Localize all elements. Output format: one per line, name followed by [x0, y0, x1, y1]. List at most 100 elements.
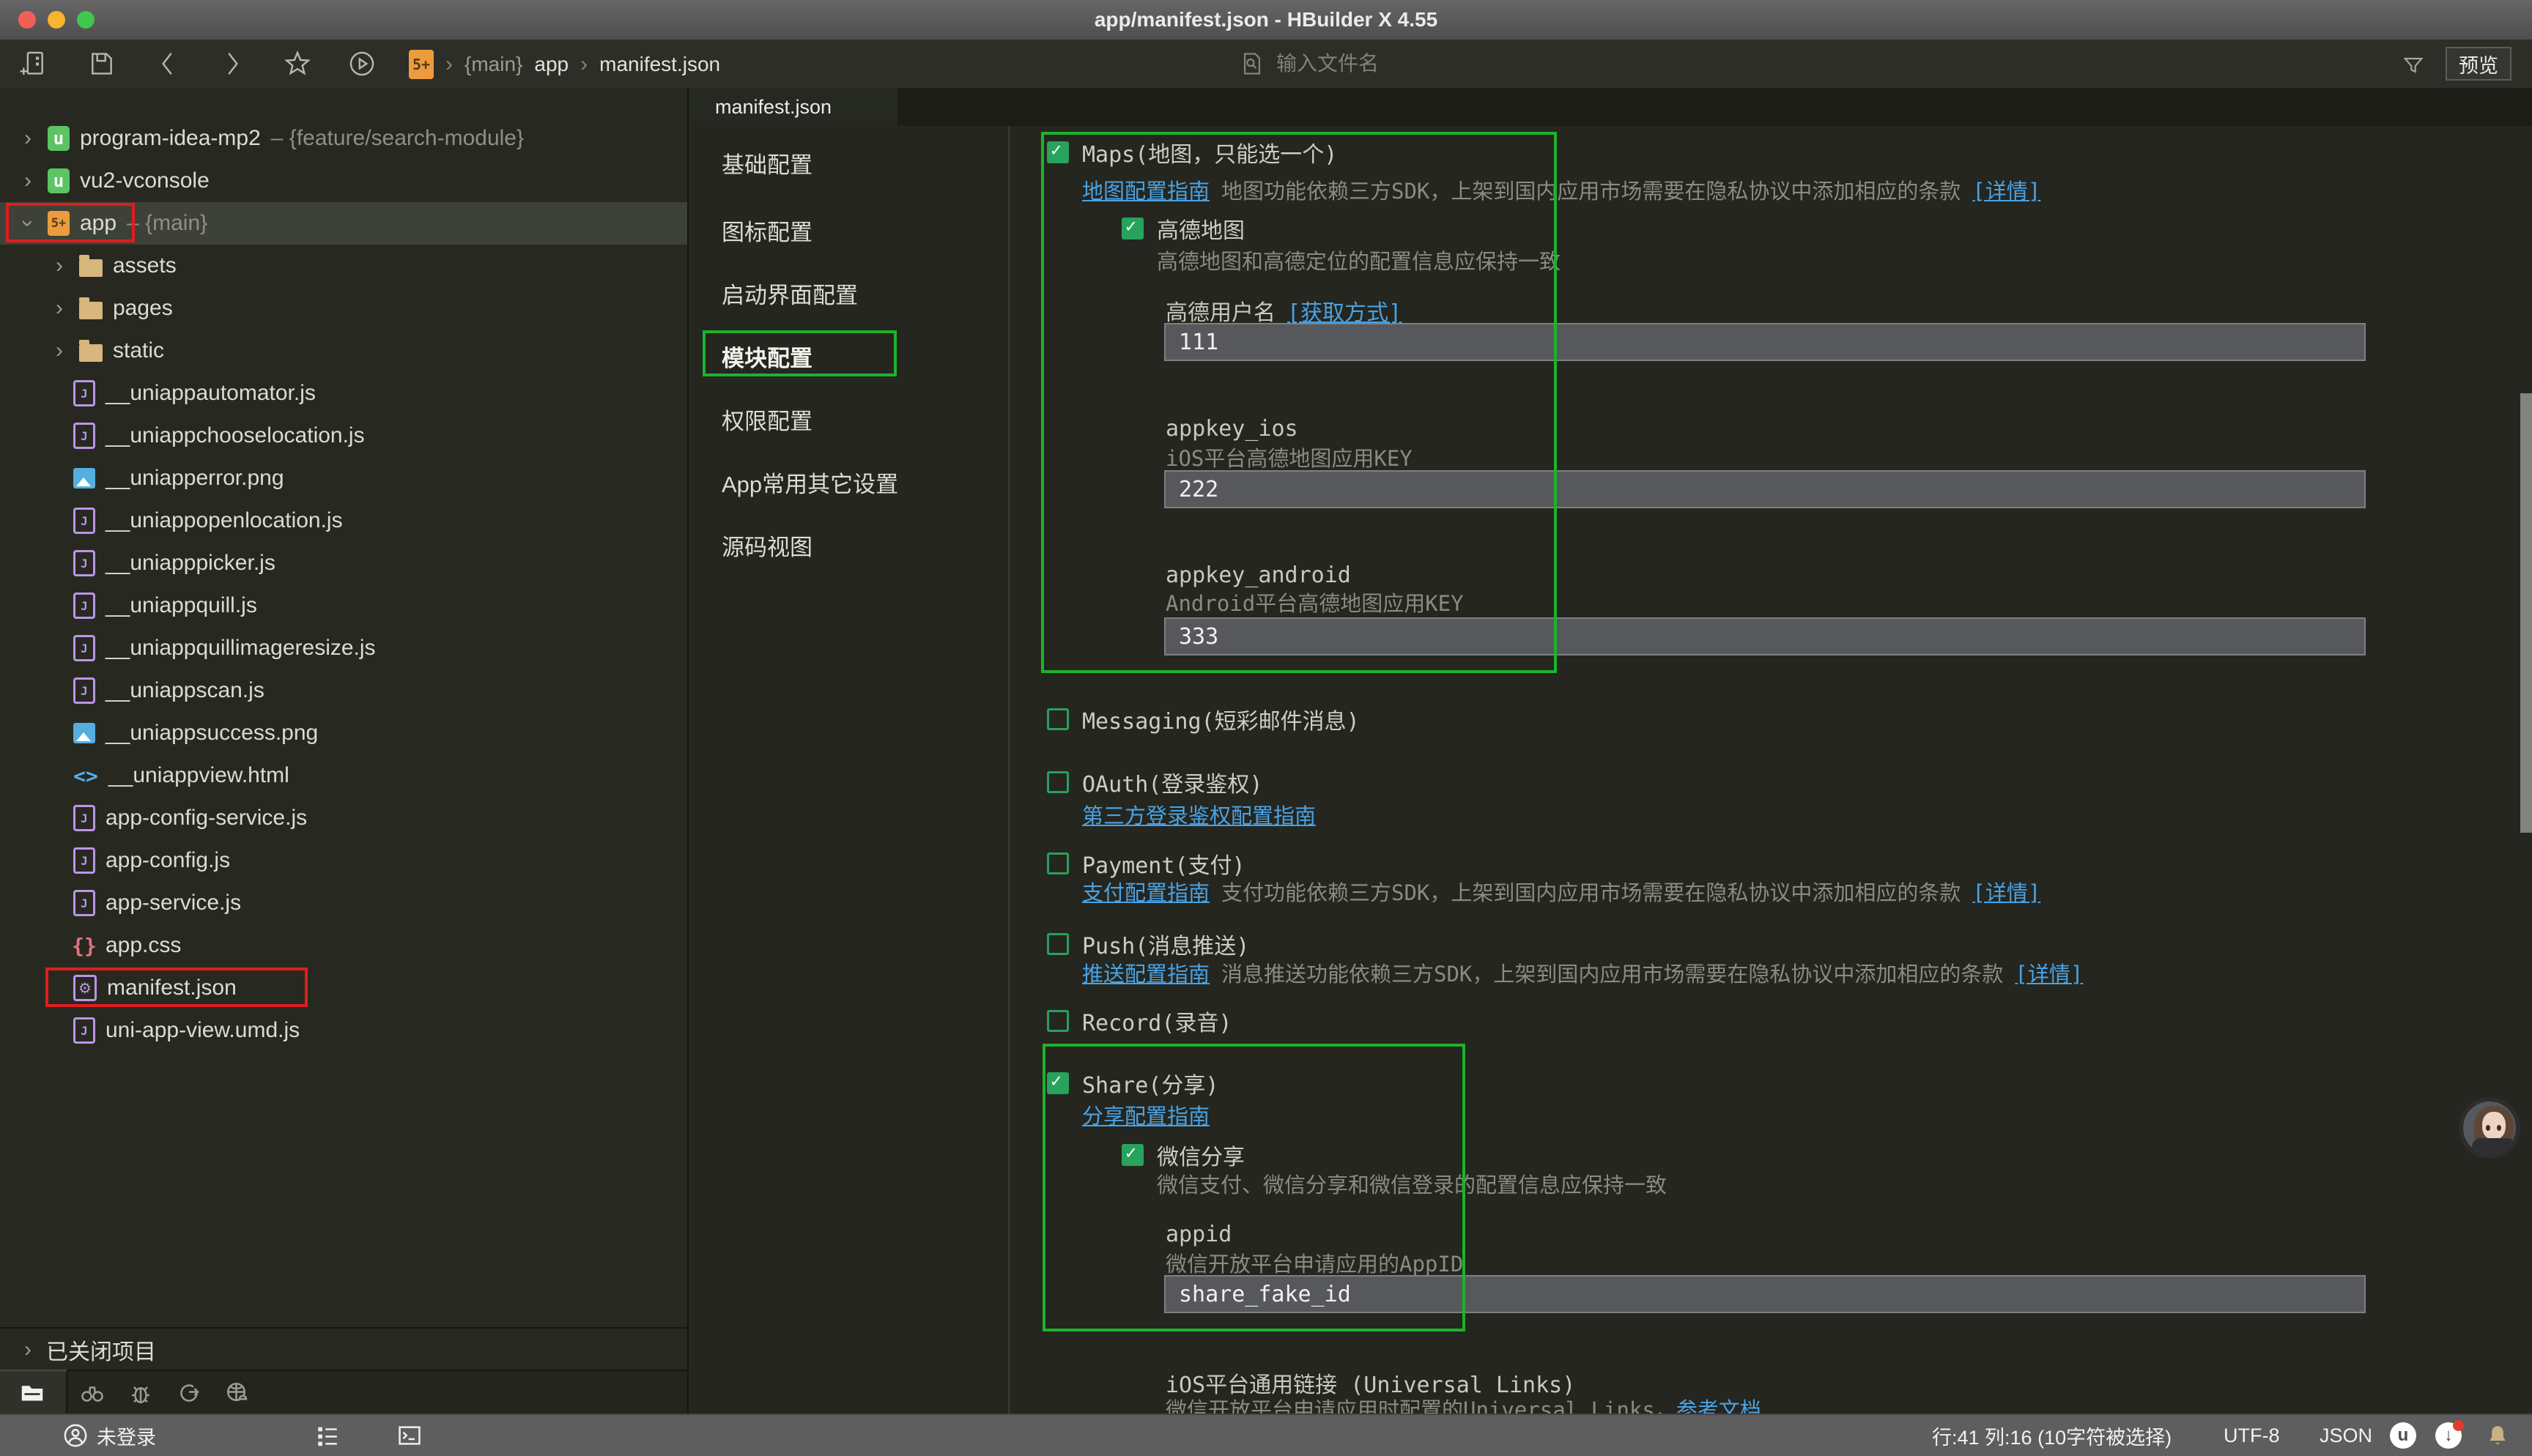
push-detail-link[interactable]: [详情] — [2015, 957, 2083, 988]
nav-item-permission-config[interactable]: 权限配置 — [722, 403, 812, 435]
nav-item-app-other-settings[interactable]: App常用其它设置 — [722, 466, 898, 498]
outline-list-icon[interactable] — [315, 1423, 340, 1448]
checkbox-push[interactable] — [1047, 933, 1069, 955]
new-project-icon[interactable] — [19, 50, 47, 78]
tree-item-file[interactable]: J __uniappopenlocation.js — [0, 499, 687, 542]
chevron-down-icon[interactable]: › — [15, 214, 40, 233]
update-download-icon[interactable]: ↓ — [2435, 1422, 2462, 1449]
tree-item-file[interactable]: J app-config-service.js — [0, 797, 687, 839]
tree-item-file[interactable]: J app-config.js — [0, 839, 687, 882]
closed-projects-row[interactable]: › 已关闭项目 — [0, 1327, 687, 1371]
checkbox-payment[interactable] — [1047, 853, 1069, 874]
tree-item-file[interactable]: J __uniappautomator.js — [0, 372, 687, 415]
search-input[interactable] — [1275, 51, 2267, 76]
chevron-right-icon[interactable]: › — [18, 126, 37, 151]
push-guide-link[interactable]: 推送配置指南 — [1082, 957, 1210, 988]
checkbox-amap[interactable] — [1122, 218, 1144, 239]
filter-funnel-icon[interactable] — [2402, 54, 2425, 78]
tree-item-file[interactable]: <> __uniappview.html — [0, 754, 687, 797]
chevron-right-icon[interactable]: › — [50, 338, 69, 363]
oauth-guide-link[interactable]: 第三方登录鉴权配置指南 — [1082, 799, 1316, 830]
tree-item-file[interactable]: J uni-app-view.umd.js — [0, 1009, 687, 1052]
amap-appkey-android-input[interactable] — [1164, 617, 2366, 655]
debug-bug-icon[interactable] — [127, 1380, 154, 1406]
tree-item-label: app.css — [106, 933, 181, 958]
breadcrumb-branch[interactable]: {main} — [464, 53, 522, 76]
tree-item-file-manifest[interactable]: ⚙ manifest.json — [0, 967, 687, 1009]
bookmark-star-icon[interactable] — [284, 50, 311, 78]
checkbox-messaging[interactable] — [1047, 708, 1069, 730]
save-icon[interactable] — [88, 50, 116, 78]
chevron-right-icon[interactable]: › — [50, 253, 69, 278]
maps-guide-link[interactable]: 地图配置指南 — [1082, 174, 1210, 205]
nav-item-source-view[interactable]: 源码视图 — [722, 529, 812, 561]
encoding-indicator[interactable]: UTF-8 — [2224, 1425, 2280, 1447]
share-guide-link[interactable]: 分享配置指南 — [1082, 1099, 1210, 1130]
chevron-right-icon[interactable]: › — [50, 296, 69, 321]
tree-item-file[interactable]: J __uniapppicker.js — [0, 542, 687, 584]
tree-item-branch: – {main} — [127, 211, 207, 236]
folder-icon — [79, 302, 103, 319]
tree-item-file[interactable]: J __uniappchooselocation.js — [0, 415, 687, 457]
tree-item-file[interactable]: __uniapperror.png — [0, 457, 687, 499]
tree-item-file[interactable]: J __uniappscan.js — [0, 669, 687, 712]
user-account-icon[interactable] — [63, 1423, 88, 1448]
tree-item-file[interactable]: {} app.css — [0, 924, 687, 967]
uni-helper-icon[interactable]: u — [2390, 1422, 2416, 1449]
module-label: Record(录音) — [1082, 1005, 1232, 1037]
module-row-maps: Maps(地图，只能选一个) — [1047, 138, 1337, 167]
cursor-position[interactable]: 行:41 列:16 (10字符被选择) — [1932, 1422, 2172, 1450]
breadcrumb-project[interactable]: app — [534, 53, 569, 76]
maps-detail-link[interactable]: [详情] — [1972, 174, 2040, 205]
preview-button[interactable]: 预览 — [2446, 47, 2511, 81]
globe-cloud-icon[interactable] — [224, 1380, 251, 1406]
files-folder-icon[interactable] — [19, 1380, 45, 1406]
tree-item-file[interactable]: J app-service.js — [0, 882, 687, 924]
tree-item-file[interactable]: J __uniappquill.js — [0, 584, 687, 627]
nav-item-module-config[interactable]: 模块配置 — [722, 340, 812, 372]
search-binoculars-icon[interactable] — [79, 1380, 106, 1406]
js-file-icon: J — [73, 508, 95, 534]
tab-manifest-json[interactable]: manifest.json — [689, 88, 897, 126]
sync-refresh-icon[interactable] — [176, 1380, 202, 1406]
image-file-icon — [73, 723, 95, 743]
assistant-avatar[interactable] — [2459, 1097, 2520, 1159]
chevron-right-icon[interactable]: › — [18, 168, 37, 193]
amap-appkey-ios-input[interactable] — [1164, 470, 2366, 508]
universal-links-doc-link[interactable]: 参考文档 — [1676, 1393, 1761, 1415]
notification-bell-icon[interactable] — [2485, 1423, 2510, 1448]
checkbox-share[interactable] — [1047, 1072, 1069, 1094]
terminal-icon[interactable] — [397, 1423, 422, 1448]
js-file-icon: J — [73, 890, 95, 916]
wechat-appid-input[interactable] — [1164, 1275, 2366, 1313]
checkbox-oauth[interactable] — [1047, 771, 1069, 793]
tree-item-file[interactable]: J __uniappquillimageresize.js — [0, 627, 687, 669]
amap-username-input[interactable] — [1164, 323, 2366, 361]
tree-item-project-app[interactable]: › 5+ app – {main} — [0, 202, 687, 245]
checkbox-record[interactable] — [1047, 1010, 1069, 1032]
breadcrumb-file[interactable]: manifest.json — [599, 53, 720, 76]
checkbox-maps[interactable] — [1047, 141, 1069, 163]
tree-item-folder[interactable]: › static — [0, 330, 687, 372]
title-bar: app/manifest.json - HBuilder X 4.55 — [0, 0, 2532, 40]
nav-item-icon-config[interactable]: 图标配置 — [722, 214, 812, 246]
navigate-back-icon[interactable] — [154, 50, 182, 78]
run-icon[interactable] — [348, 50, 376, 78]
payment-detail-link[interactable]: [详情] — [1972, 876, 2040, 907]
amap-username-howto-link[interactable]: [获取方式] — [1287, 294, 1402, 327]
nav-item-splash-config[interactable]: 启动界面配置 — [722, 277, 858, 309]
tree-item-folder[interactable]: › assets — [0, 245, 687, 287]
payment-guide-link[interactable]: 支付配置指南 — [1082, 876, 1210, 907]
file-search-field[interactable] — [1240, 51, 2267, 76]
tree-item-project[interactable]: › u program-idea-mp2 – {feature/search-m… — [0, 117, 687, 160]
nav-item-basic-config[interactable]: 基础配置 — [722, 146, 812, 179]
vertical-scrollbar[interactable] — [2520, 393, 2532, 833]
checkbox-wechat-share[interactable] — [1122, 1144, 1144, 1166]
tree-item-file[interactable]: __uniappsuccess.png — [0, 712, 687, 754]
module-row-messaging: Messaging(短彩邮件消息) — [1047, 705, 1360, 734]
tree-item-project[interactable]: › u vu2-vconsole — [0, 160, 687, 202]
tree-item-folder[interactable]: › pages — [0, 287, 687, 330]
login-status[interactable]: 未登录 — [97, 1422, 156, 1450]
navigate-forward-icon[interactable] — [218, 50, 246, 78]
language-mode-indicator[interactable]: JSON — [2320, 1425, 2372, 1447]
